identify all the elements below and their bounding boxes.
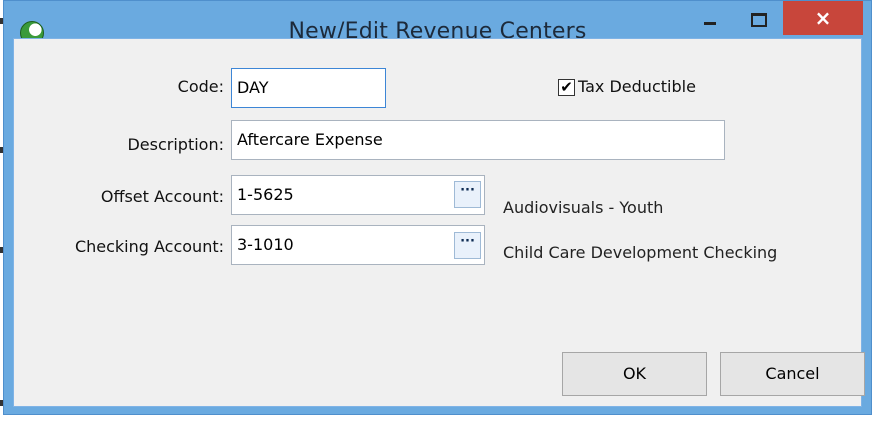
revenue-centers-dialog: New/Edit Revenue Centers × Code: DAY ✔ T… bbox=[3, 0, 872, 415]
ellipsis-icon: ··· bbox=[460, 234, 475, 249]
close-icon[interactable]: × bbox=[783, 1, 863, 35]
ellipsis-icon: ··· bbox=[460, 183, 475, 198]
maximize-icon[interactable] bbox=[735, 1, 781, 35]
tax-deductible-checkbox[interactable]: ✔ bbox=[558, 79, 575, 96]
description-field[interactable]: Aftercare Expense bbox=[231, 120, 725, 160]
ok-button[interactable]: OK bbox=[562, 352, 707, 396]
code-field[interactable]: DAY bbox=[231, 68, 386, 108]
description-label: Description: bbox=[127, 135, 224, 154]
offset-account-lookup-button[interactable]: ··· bbox=[454, 181, 481, 208]
offset-account-label: Offset Account: bbox=[100, 187, 224, 206]
checkmark-icon: ✔ bbox=[560, 78, 573, 96]
minimize-icon[interactable] bbox=[687, 1, 733, 35]
code-label: Code: bbox=[177, 77, 224, 96]
checking-account-field[interactable]: 3-1010 bbox=[231, 225, 485, 265]
offset-account-description: Audiovisuals - Youth bbox=[503, 198, 664, 217]
tax-deductible-label[interactable]: Tax Deductible bbox=[578, 77, 696, 96]
checking-account-lookup-button[interactable]: ··· bbox=[454, 232, 481, 259]
checking-account-description: Child Care Development Checking bbox=[503, 243, 778, 262]
offset-account-field[interactable]: 1-5625 bbox=[231, 175, 485, 215]
dialog-body: Code: DAY ✔ Tax Deductible Description: … bbox=[13, 38, 865, 407]
checking-account-label: Checking Account: bbox=[74, 237, 224, 256]
cancel-button[interactable]: Cancel bbox=[720, 352, 865, 396]
